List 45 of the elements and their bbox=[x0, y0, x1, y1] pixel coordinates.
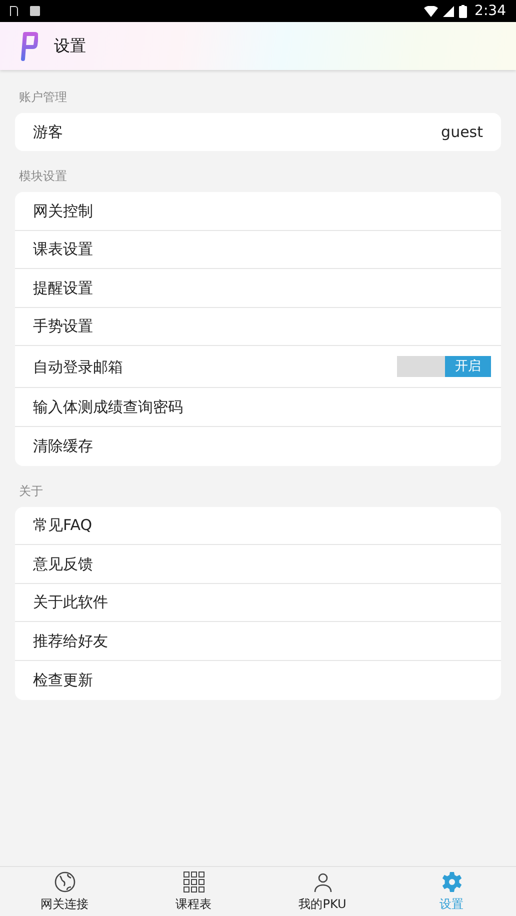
row-label: 意见反馈 bbox=[33, 554, 93, 575]
settings-row[interactable]: 关于此软件 bbox=[15, 584, 501, 622]
notification-icon bbox=[30, 6, 40, 16]
grid-icon bbox=[182, 870, 204, 892]
globe-icon bbox=[54, 870, 76, 892]
person-icon bbox=[312, 870, 334, 892]
row-label: 提醒设置 bbox=[33, 278, 93, 299]
settings-row[interactable]: 意见反馈 bbox=[15, 545, 501, 584]
wifi-icon bbox=[424, 6, 438, 16]
row-label: 自动登录邮箱 bbox=[33, 356, 123, 378]
toggle-label: 开启 bbox=[445, 356, 491, 378]
nav-tab[interactable]: 课程表 bbox=[129, 867, 258, 916]
settings-row[interactable]: 课表设置 bbox=[15, 230, 501, 270]
settings-row[interactable]: 清除缓存 bbox=[15, 426, 501, 466]
battery-icon bbox=[458, 4, 467, 18]
nav-tab[interactable]: 网关连接 bbox=[0, 867, 129, 916]
settings-row[interactable]: 手势设置 bbox=[15, 308, 501, 346]
row-label: 网关控制 bbox=[33, 200, 93, 222]
row-label: 常见FAQ bbox=[33, 515, 92, 536]
settings-row[interactable]: 推荐给好友 bbox=[15, 622, 501, 661]
section-title: 关于 bbox=[18, 482, 44, 500]
section-title: 账户管理 bbox=[18, 89, 68, 106]
account-row[interactable]: 游客 guest bbox=[15, 113, 501, 151]
settings-row[interactable]: 网关控制 bbox=[15, 192, 501, 231]
row-label: 清除缓存 bbox=[33, 436, 93, 458]
row-value: guest bbox=[441, 122, 483, 143]
section-title: 模块设置 bbox=[18, 168, 68, 185]
signal-icon bbox=[442, 6, 454, 16]
row-label: 课表设置 bbox=[33, 239, 93, 260]
row-label: 输入体测成绩查询密码 bbox=[33, 396, 183, 418]
row-label: 检查更新 bbox=[33, 670, 93, 691]
row-label: 游客 bbox=[33, 122, 63, 143]
settings-row[interactable]: 提醒设置 bbox=[15, 269, 501, 308]
gear-icon bbox=[440, 870, 462, 892]
settings-row[interactable]: 常见FAQ bbox=[15, 506, 501, 546]
logo-icon bbox=[18, 31, 38, 61]
settings-row[interactable]: 输入体测成绩查询密码 bbox=[15, 388, 501, 427]
row-label: 推荐给好友 bbox=[33, 630, 108, 652]
status-time: 2:34 bbox=[474, 2, 506, 20]
row-label: 手势设置 bbox=[33, 316, 93, 338]
app-notification-icon bbox=[10, 6, 18, 16]
settings-row[interactable]: 检查更新 bbox=[15, 660, 501, 700]
nav-tab[interactable]: 我的PKU bbox=[258, 867, 387, 916]
header-title: 设置 bbox=[54, 35, 86, 57]
row-label: 关于此软件 bbox=[33, 592, 108, 614]
